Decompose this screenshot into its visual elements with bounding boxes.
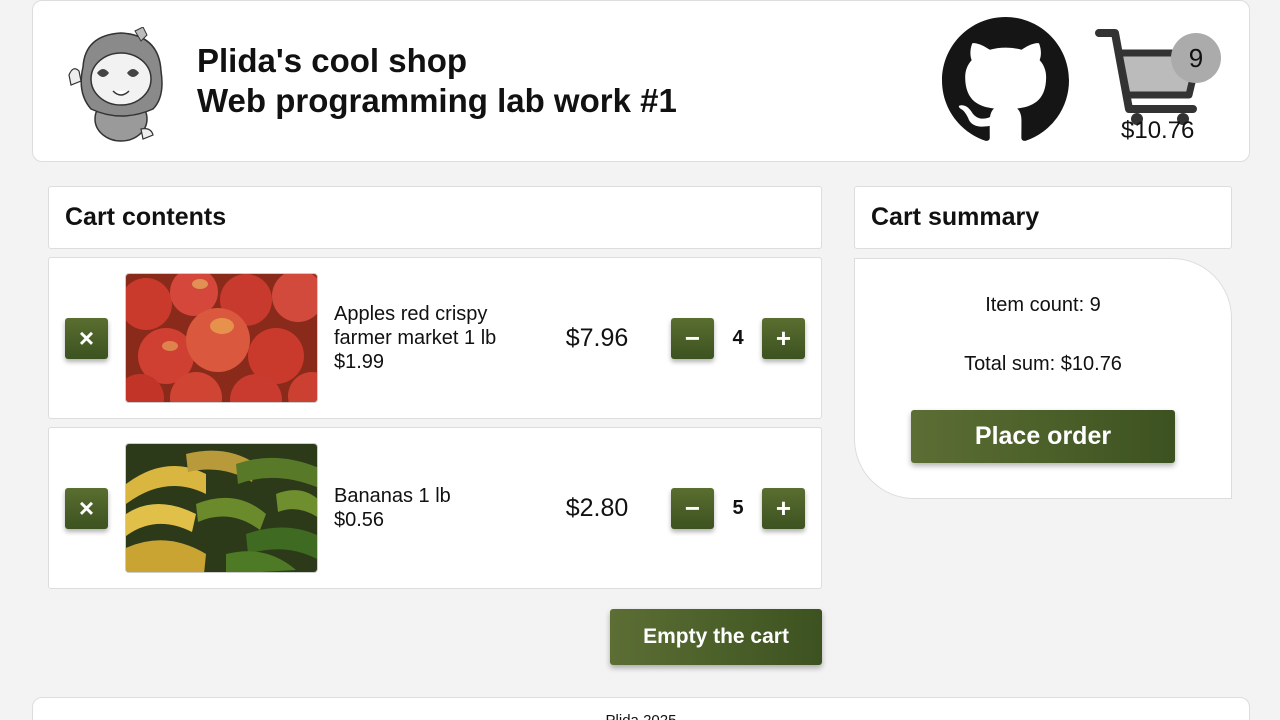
cart-total-label: $10.76 [1121, 117, 1195, 144]
item-line-total: $7.96 [565, 324, 629, 352]
site-header: Plida's cool shop Web programming lab wo… [32, 0, 1250, 162]
cart-summary-panel: Item count: 9 Total sum: $10.76 Place or… [854, 258, 1232, 499]
cart-summary-title: Cart summary [871, 203, 1040, 231]
cart-contents-header: Cart contents [48, 186, 822, 249]
item-unit-price: $1.99 [334, 351, 385, 373]
item-name-line1: Apples red crispy [334, 303, 488, 325]
item-image-bananas [125, 443, 318, 573]
site-title-line1: Plida's cool shop [197, 42, 468, 79]
place-order-button[interactable]: Place order [911, 410, 1175, 463]
cart-item-row: × Apples red crispy farmer market 1 lb $… [48, 257, 822, 419]
site-title: Plida's cool shop Web programming lab wo… [197, 41, 677, 121]
remove-item-button[interactable]: × [65, 318, 108, 359]
site-footer: Plida 2025 [32, 697, 1250, 720]
cart-count-badge: 9 [1171, 33, 1221, 83]
item-image-apples [125, 273, 318, 403]
increase-quantity-button[interactable]: + [762, 318, 805, 359]
site-title-line2: Web programming lab work #1 [197, 82, 677, 119]
item-name: Apples red crispy farmer market 1 lb $1.… [334, 302, 496, 374]
item-unit-price: $0.56 [334, 509, 385, 531]
item-quantity: 5 [732, 497, 744, 519]
footer-text: Plida 2025 [33, 712, 1249, 720]
cart-contents-title: Cart contents [65, 203, 227, 231]
decrease-quantity-button[interactable]: − [671, 488, 714, 529]
bananas-image [126, 444, 317, 572]
remove-item-button[interactable]: × [65, 488, 108, 529]
cart-widget[interactable]: 9 $10.76 [1095, 25, 1225, 150]
item-name-line2: farmer market 1 lb [334, 327, 497, 349]
github-icon[interactable] [941, 17, 1070, 144]
apples-image [126, 274, 317, 402]
mascot-logo [68, 27, 163, 142]
decrease-quantity-button[interactable]: − [671, 318, 714, 359]
item-line-total: $2.80 [565, 494, 629, 522]
increase-quantity-button[interactable]: + [762, 488, 805, 529]
cart-item-row: × Bananas 1 lb $0.56 $2.80 − 5 + [48, 427, 822, 589]
total-sum-text: Total sum: $10.76 [964, 353, 1122, 375]
item-name-line1: Bananas 1 lb [334, 485, 451, 507]
item-name: Bananas 1 lb $0.56 [334, 484, 451, 532]
item-count-text: Item count: 9 [985, 294, 1101, 316]
empty-cart-button[interactable]: Empty the cart [610, 609, 822, 665]
item-quantity: 4 [732, 327, 744, 349]
cart-summary-header: Cart summary [854, 186, 1232, 249]
